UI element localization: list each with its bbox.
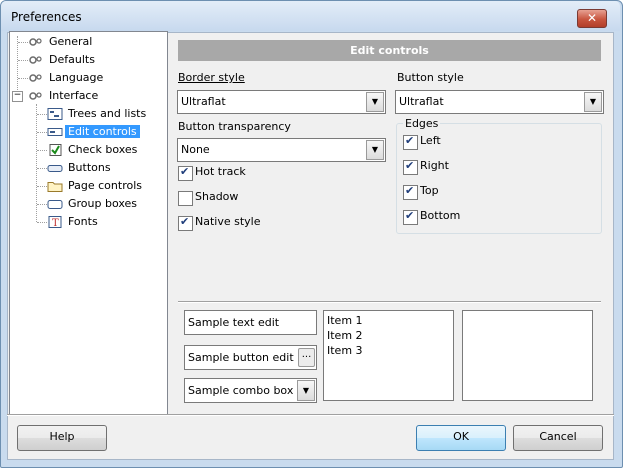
folder-tab-icon [47,180,63,192]
cancel-button[interactable]: Cancel [513,425,603,451]
help-button[interactable]: Help [17,425,107,451]
title-bar[interactable] [1,1,620,31]
close-icon: ✕ [586,11,598,25]
sample-combo-box[interactable]: Sample combo box ▼ [184,378,317,403]
edge-bottom-label: Bottom [420,209,461,222]
edge-left-label: Left [420,134,441,147]
button-transparency-label: Button transparency [178,120,291,133]
tree-item-language[interactable]: Language [28,70,106,86]
shadow-checkbox[interactable] [178,191,193,206]
tree-item-buttons[interactable]: Buttons [47,160,114,176]
collapse-toggle[interactable]: − [12,91,23,102]
border-style-value: Ultraflat [181,95,226,108]
tree-list-icon [47,108,63,120]
edge-right-checkbox[interactable] [403,159,418,175]
tree-item-fonts[interactable]: T Fonts [47,214,101,230]
ellipsis-button[interactable]: ... [298,348,315,367]
edge-bottom-checkbox[interactable] [403,209,418,225]
tree-item-check-boxes[interactable]: Check boxes [47,142,140,158]
hot-track-checkbox[interactable] [178,165,193,181]
settings-icon [28,54,44,66]
edge-top-checkbox[interactable] [403,184,418,200]
svg-text:T: T [52,218,59,228]
sample-text-edit[interactable]: Sample text edit [184,310,317,335]
font-icon: T [47,216,63,229]
tree-item-page-controls[interactable]: Page controls [47,178,145,194]
list-item[interactable]: Item 3 [327,344,363,357]
button-transparency-combo[interactable]: None ▼ [177,138,386,162]
border-style-combo[interactable]: Ultraflat ▼ [177,90,386,114]
edge-left-checkbox[interactable] [403,134,418,150]
edge-right-label: Right [420,159,449,172]
shadow-label: Shadow [195,190,239,203]
tree-item-group-boxes[interactable]: Group boxes [47,196,140,212]
chevron-down-icon[interactable]: ▼ [584,92,602,112]
settings-icon [28,72,44,84]
tree-item-edit-controls[interactable]: Edit controls [47,124,140,140]
minus-icon: − [13,90,22,100]
settings-icon [28,36,44,48]
checkbox-icon [47,144,63,156]
chevron-down-icon[interactable]: ▼ [366,140,384,160]
chevron-down-icon[interactable]: ▼ [297,380,315,401]
native-style-checkbox[interactable] [178,215,193,231]
chevron-down-icon[interactable]: ▼ [366,92,384,112]
ok-button[interactable]: OK [416,425,506,451]
sample-separator [178,301,601,303]
group-box-icon [47,198,63,210]
button-style-value: Ultraflat [399,95,444,108]
edge-top-label: Top [420,184,439,197]
window-title: Preferences [11,10,82,24]
button-transparency-value: None [181,143,210,156]
tree-item-trees-and-lists[interactable]: Trees and lists [47,106,149,122]
panel-header: Edit controls [178,40,601,61]
button-style-combo[interactable]: Ultraflat ▼ [395,90,604,114]
list-item[interactable]: Item 2 [327,329,363,342]
button-icon [47,162,63,174]
sample-list-box[interactable]: Item 1 Item 2 Item 3 [323,310,454,401]
footer-separator [7,414,614,416]
sample-button-edit[interactable]: Sample button edit ... [184,345,317,370]
tree-item-general[interactable]: General [28,34,95,50]
edges-group-title: Edges [403,117,441,130]
tree-item-defaults[interactable]: Defaults [28,52,98,68]
close-button[interactable]: ✕ [577,9,607,28]
native-style-label: Native style [195,215,261,228]
hot-track-label: Hot track [195,165,246,178]
sample-empty-box[interactable] [462,310,593,401]
button-style-label: Button style [397,71,464,84]
tree-item-interface[interactable]: Interface [28,88,101,104]
preferences-tree[interactable]: General Defaults Language − Interface Tr… [9,31,168,415]
settings-icon [28,90,44,102]
border-style-label: Border style [178,71,245,84]
list-item[interactable]: Item 1 [327,314,363,327]
edit-control-icon [47,126,63,138]
